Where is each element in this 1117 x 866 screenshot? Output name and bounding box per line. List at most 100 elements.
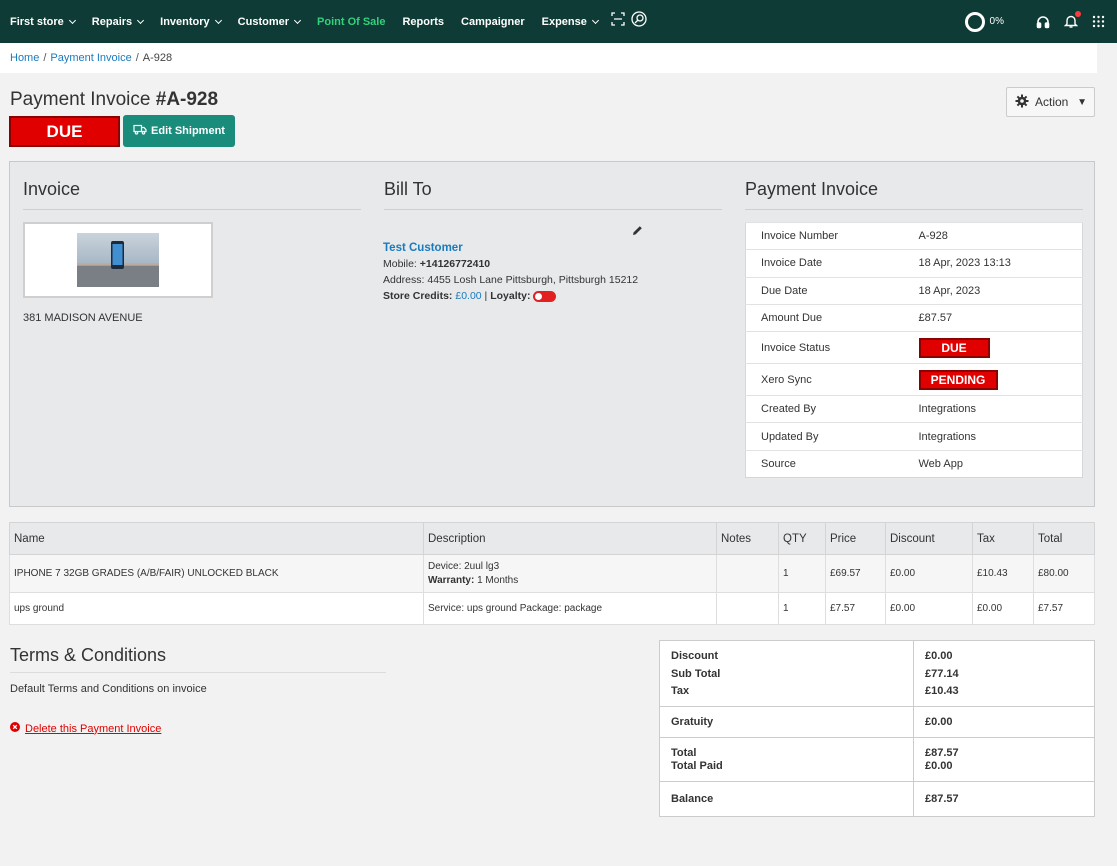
- xero-sync-badge: PENDING: [918, 369, 998, 390]
- totals-row: Discount £0.00: [660, 640, 1095, 663]
- progress-indicator[interactable]: 0%: [964, 11, 1004, 32]
- nav-expense[interactable]: Expense: [541, 0, 599, 43]
- loyalty-toggle[interactable]: [533, 290, 557, 302]
- info-value: £87.57: [903, 303, 1083, 332]
- nav-label: Expense: [541, 15, 587, 28]
- gear-icon: [1015, 94, 1029, 111]
- delete-invoice-link[interactable]: Delete this Payment Invoice: [10, 722, 161, 735]
- info-row: Source Web App: [745, 449, 1083, 478]
- pencil-edit-icon[interactable]: [632, 223, 643, 241]
- nav-customer[interactable]: Customer: [237, 0, 302, 43]
- nav-label: Repairs: [91, 15, 133, 28]
- info-label: Amount Due: [745, 303, 904, 332]
- item-notes: [716, 554, 779, 593]
- breadcrumb-payment-invoice[interactable]: Payment Invoice: [50, 52, 131, 64]
- item-warranty: Warranty: 1 Months: [428, 574, 716, 588]
- invoice-info-table: Invoice Number A-928 Invoice Date 18 Apr, …: [745, 221, 1083, 479]
- store-credits-row: Store Credits: £0.00 | Loyalty:: [383, 288, 638, 304]
- info-value: PENDING: [903, 363, 1083, 396]
- action-label: Action: [1035, 95, 1069, 109]
- edit-shipment-button[interactable]: Edit Shipment: [123, 115, 235, 147]
- invoice-status-badge: DUE: [918, 337, 990, 358]
- totals-value: £0.00: [913, 706, 1095, 738]
- info-value: Integrations: [903, 395, 1083, 423]
- item-name: IPHONE 7 32GB GRADES (A/B/FAIR) UNLOCKED…: [9, 554, 424, 593]
- totals-row: Sub Total £77.14: [660, 662, 1095, 685]
- info-label: Source: [745, 449, 904, 478]
- nav-first-store[interactable]: First store: [10, 0, 76, 43]
- nav-label: First store: [10, 15, 64, 28]
- totals-value: £0.00: [913, 759, 1095, 782]
- table-row: ups ground Service: ups ground Package: …: [9, 592, 1095, 625]
- totals-value: £0.00: [913, 640, 1095, 663]
- line-items-table: Name Description Notes QTY Price Discoun…: [9, 522, 1095, 625]
- nav-campaigner[interactable]: Campaigner: [461, 0, 525, 43]
- customer-name-link[interactable]: Test Customer: [383, 240, 638, 256]
- nav-label: Customer: [237, 15, 290, 28]
- totals-label: Tax: [671, 685, 690, 698]
- item-description: Service: ups ground Package: package: [423, 592, 717, 625]
- bell-icon[interactable]: [1064, 11, 1081, 29]
- terms-title: Terms & Conditions: [10, 645, 386, 673]
- totals-table: Discount £0.00 Sub Total £77.14 Tax £10.43 …: [659, 640, 1095, 817]
- breadcrumb-separator: /: [135, 52, 139, 64]
- chevron-down-icon: [591, 16, 599, 24]
- breadcrumb-current: A-928: [142, 52, 173, 64]
- mobile-label: Mobile:: [383, 258, 420, 270]
- item-device: Device: 2uul lg3: [428, 560, 500, 572]
- chevron-down-icon: [214, 16, 222, 24]
- totals-label: Gratuity: [659, 706, 914, 738]
- column-header: Tax: [972, 522, 1034, 555]
- info-row: Due Date 18 Apr, 2023: [745, 276, 1083, 305]
- action-dropdown-button[interactable]: Action ▼: [1006, 87, 1095, 117]
- nav-inventory[interactable]: Inventory: [160, 0, 222, 43]
- store-address: 381 MADISON AVENUE: [23, 312, 143, 324]
- bill-to-section-title: Bill To: [384, 179, 722, 210]
- item-discount: £0.00: [885, 554, 973, 593]
- info-label: Xero Sync: [745, 363, 904, 396]
- info-value: 18 Apr, 2023 13:13: [903, 249, 1083, 278]
- info-value: Integrations: [903, 422, 1083, 451]
- nav-reports[interactable]: Reports: [402, 0, 444, 43]
- scan-icon[interactable]: [611, 12, 625, 31]
- column-header: Name: [9, 522, 424, 555]
- info-label: Due Date: [745, 276, 904, 305]
- truck-icon: [133, 124, 147, 138]
- apps-grid-icon[interactable]: [1092, 15, 1105, 28]
- progress-ring-icon: [964, 11, 985, 32]
- item-tax: £10.43: [972, 554, 1034, 593]
- info-label: Invoice Status: [745, 331, 904, 364]
- column-header: Total: [1033, 522, 1095, 555]
- info-label: Invoice Number: [745, 221, 904, 250]
- totals-label: Total: [659, 737, 914, 760]
- nav-point-of-sale[interactable]: Point Of Sale: [317, 0, 385, 43]
- page-title-text: Payment Invoice: [10, 89, 156, 110]
- item-tax: £0.00: [972, 592, 1034, 625]
- nav-repairs[interactable]: Repairs: [91, 0, 145, 43]
- store-logo-image: [23, 222, 213, 298]
- item-discount: £0.00: [885, 592, 973, 625]
- breadcrumb-separator: /: [43, 52, 47, 64]
- store-credits-value[interactable]: £0.00: [455, 290, 481, 302]
- breadcrumb-home[interactable]: Home: [10, 52, 39, 64]
- column-header: Price: [825, 522, 886, 555]
- totals-row: Total Paid £0.00: [660, 759, 1095, 782]
- nav-label: Reports: [402, 15, 445, 28]
- info-row: Invoice Status DUE: [745, 331, 1083, 364]
- info-value: Web App: [903, 449, 1083, 478]
- customer-mobile: Mobile: +14126772410: [383, 256, 638, 272]
- loyalty-label: Loyalty:: [490, 290, 534, 302]
- headset-icon[interactable]: [1036, 15, 1050, 29]
- info-label: Invoice Date: [745, 249, 904, 278]
- info-value: A-928: [903, 221, 1083, 250]
- balance-value: £87.57: [913, 781, 1095, 817]
- table-header-row: Name Description Notes QTY Price Discoun…: [9, 522, 1095, 555]
- chevron-down-icon: [137, 16, 145, 24]
- info-row: Invoice Date 18 Apr, 2023 13:13: [745, 249, 1083, 278]
- info-row: Xero Sync PENDING: [745, 363, 1083, 396]
- payment-invoice-section-title: Payment Invoice: [745, 179, 1083, 210]
- warranty-label: Warranty:: [428, 574, 475, 586]
- column-header: Discount: [885, 522, 973, 555]
- address-value: 4455 Losh Lane Pittsburgh, Pittsburgh 15…: [427, 274, 639, 286]
- search-icon[interactable]: [631, 11, 647, 32]
